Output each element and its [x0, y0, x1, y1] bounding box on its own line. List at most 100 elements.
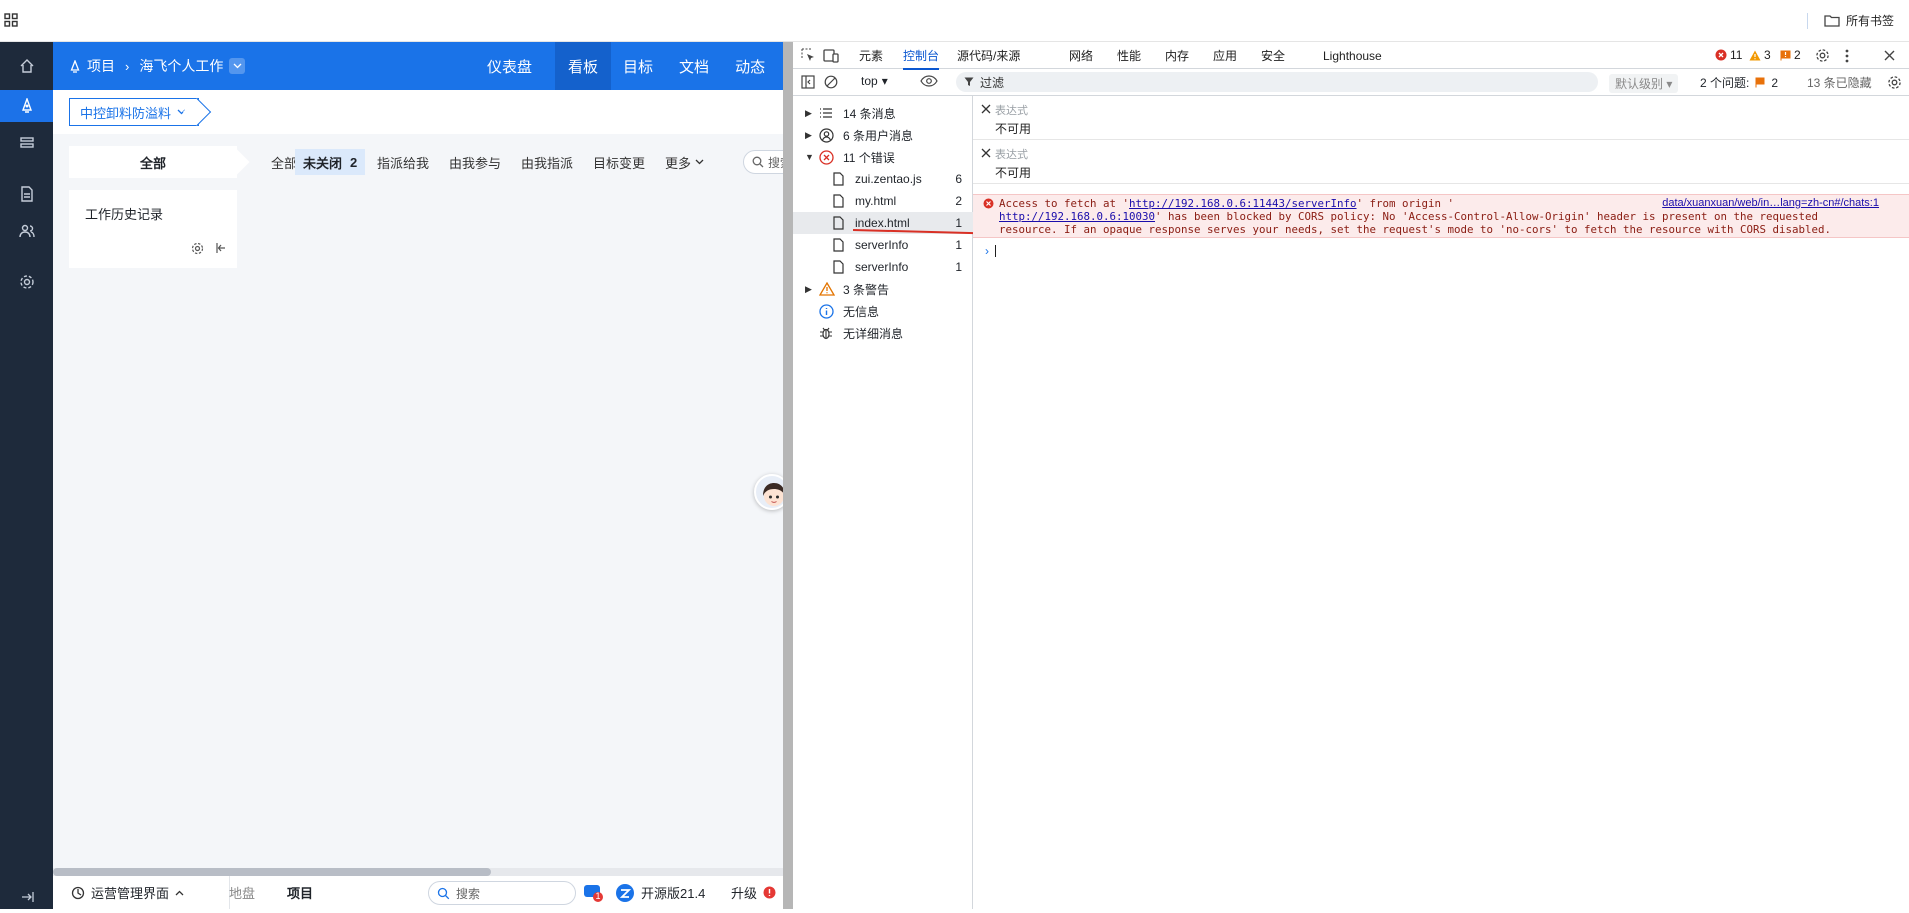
nav-dashboard[interactable]: 仪表盘: [474, 42, 545, 90]
console-prompt[interactable]: ›: [985, 244, 996, 258]
upgrade-button[interactable]: 升级: [731, 883, 776, 902]
all-category-card[interactable]: 全部: [69, 146, 237, 178]
clear-console-icon[interactable]: [824, 75, 838, 89]
chevron-down-icon: [695, 159, 704, 165]
breadcrumb-separator-icon: ›: [125, 58, 130, 74]
devtools-splitter[interactable]: [783, 42, 793, 909]
filter-tab-assigned-by-me[interactable]: 由我指派: [513, 149, 581, 175]
bottom-project[interactable]: 项目: [287, 883, 313, 902]
filter-tab-more[interactable]: 更多: [657, 149, 712, 175]
product-select[interactable]: 中控卸料防溢料: [69, 98, 200, 126]
console-error-message: Access to fetch at 'http://192.168.0.6:1…: [973, 194, 1909, 238]
tree-file-serverinfo-2[interactable]: serverInfo 1: [793, 256, 973, 278]
tab-lighthouse[interactable]: Lighthouse: [1323, 42, 1382, 69]
filter-tab-goal-change[interactable]: 目标变更: [585, 149, 653, 175]
assistant-avatar[interactable]: [754, 474, 783, 510]
issues-counter[interactable]: 2: [1780, 48, 1801, 62]
warning-icon: [819, 282, 835, 296]
document-icon[interactable]: [0, 178, 53, 210]
breadcrumb-root[interactable]: 项目: [87, 56, 115, 76]
live-expression-1[interactable]: 表达式 不可用: [973, 96, 1909, 140]
error-url-origin[interactable]: http://192.168.0.6:10030: [999, 210, 1155, 223]
tree-messages[interactable]: ▶ 14 条消息: [793, 102, 973, 124]
live-expression-2[interactable]: 表达式 不可用: [973, 140, 1909, 184]
issues-link[interactable]: 2 个问题: 2: [1700, 74, 1778, 91]
breadcrumb-current[interactable]: 海飞个人工作: [139, 56, 223, 76]
scrollbar-thumb[interactable]: [53, 868, 491, 876]
file-name: zui.zentao.js: [855, 172, 922, 186]
nav-docs[interactable]: 文档: [666, 42, 722, 90]
close-icon[interactable]: [981, 148, 991, 158]
error-source-link[interactable]: data/xuanxuan/web/in…lang=zh-cn#/chats:1: [1662, 197, 1879, 210]
chat-ai-icon[interactable]: 1: [583, 880, 605, 902]
bug-icon: [819, 326, 833, 340]
more-options-icon[interactable]: [1845, 42, 1849, 69]
tab-performance[interactable]: 性能: [1117, 42, 1141, 69]
close-icon[interactable]: [981, 104, 991, 114]
tab-elements[interactable]: 元素: [859, 42, 883, 69]
console-settings-gear-icon[interactable]: [1887, 75, 1902, 90]
users-icon[interactable]: [0, 215, 53, 247]
tree-errors[interactable]: ▼ 11 个错误: [793, 146, 973, 168]
error-url-serverinfo[interactable]: http://192.168.0.6:11443/serverInfo: [1129, 197, 1357, 210]
tree-user-messages[interactable]: ▶ 6 条用户消息: [793, 124, 973, 146]
collapse-left-icon[interactable]: [215, 242, 227, 254]
console-filter-input[interactable]: 过滤: [956, 72, 1598, 92]
tree-label: 14 条消息: [843, 106, 896, 121]
tree-file-my[interactable]: my.html 2: [793, 190, 973, 212]
tree-warnings[interactable]: ▶ 3 条警告: [793, 278, 973, 300]
file-name: serverInfo: [855, 260, 909, 274]
horizontal-scrollbar[interactable]: [53, 868, 783, 876]
collapse-sidebar-icon[interactable]: [0, 881, 53, 913]
all-bookmarks-button[interactable]: 所有书签: [1824, 12, 1894, 29]
device-toolbar-icon[interactable]: [823, 42, 839, 69]
filter-search-input[interactable]: 搜索: [743, 150, 783, 174]
apps-grid-icon[interactable]: [4, 13, 18, 27]
nav-goal[interactable]: 目标: [611, 42, 666, 90]
inspect-element-icon[interactable]: [801, 42, 816, 69]
issues-label: 2 个问题:: [1700, 76, 1750, 90]
issue-flag-icon: [1755, 77, 1765, 88]
tree-verbose[interactable]: 无详细消息: [793, 322, 973, 344]
bottom-disk[interactable]: 地盘: [229, 883, 255, 902]
tab-console[interactable]: 控制台: [903, 42, 940, 70]
settings-gear-icon[interactable]: [0, 266, 53, 298]
board-icon[interactable]: [0, 127, 53, 159]
rocket-icon: [69, 59, 81, 73]
live-expression-eye-icon[interactable]: [920, 75, 938, 87]
error-counter[interactable]: 11: [1715, 48, 1742, 62]
app-header: 项目 › 海飞个人工作 仪表盘 看板 目标 文档 动态: [53, 42, 783, 90]
nav-activity[interactable]: 动态: [722, 42, 778, 90]
ops-menu-button[interactable]: 运营管理界面: [71, 883, 184, 902]
filter-tab-assigned-to-me[interactable]: 指派给我: [369, 149, 437, 175]
tab-network[interactable]: 网络: [1069, 42, 1093, 69]
log-level-select[interactable]: 默认级别 ▾: [1609, 74, 1679, 93]
devtools-settings-gear-icon[interactable]: [1815, 42, 1830, 69]
version-button[interactable]: 开源版21.4: [615, 883, 705, 903]
caret-down-icon: ▼: [805, 152, 814, 162]
tree-file-serverinfo[interactable]: serverInfo 1: [793, 234, 973, 256]
tree-label: 无信息: [843, 304, 880, 319]
gear-icon[interactable]: [191, 242, 204, 255]
context-select[interactable]: top ▾: [861, 74, 888, 88]
bottom-search-input[interactable]: 搜索: [428, 881, 576, 905]
tab-sources[interactable]: 源代码/来源: [957, 42, 1020, 69]
sidebar-toggle-icon[interactable]: [801, 75, 815, 89]
nav-board[interactable]: 看板: [555, 42, 612, 90]
project-rocket-icon[interactable]: [0, 90, 53, 122]
tab-security[interactable]: 安全: [1261, 42, 1285, 69]
project-dropdown-button[interactable]: [229, 58, 246, 74]
close-devtools-icon[interactable]: [1884, 42, 1895, 69]
warning-counter[interactable]: 3: [1749, 48, 1771, 62]
tab-memory[interactable]: 内存: [1165, 42, 1189, 69]
console-sidebar: ▶ 14 条消息 ▶ 6 条用户消息 ▼ 11 个错误 zui.zentao.j…: [793, 96, 973, 909]
filter-tab-unclosed[interactable]: 未关闭 2: [295, 149, 366, 175]
tab-application[interactable]: 应用: [1213, 42, 1237, 69]
tree-file-zui[interactable]: zui.zentao.js 6: [793, 168, 973, 190]
ops-label: 运营管理界面: [91, 886, 170, 901]
tree-info[interactable]: 无信息: [793, 300, 973, 322]
filter-tab-involved[interactable]: 由我参与: [441, 149, 509, 175]
work-history-card[interactable]: 工作历史记录: [69, 190, 237, 268]
warning-count: 3: [1764, 48, 1771, 62]
home-icon[interactable]: [0, 50, 53, 82]
